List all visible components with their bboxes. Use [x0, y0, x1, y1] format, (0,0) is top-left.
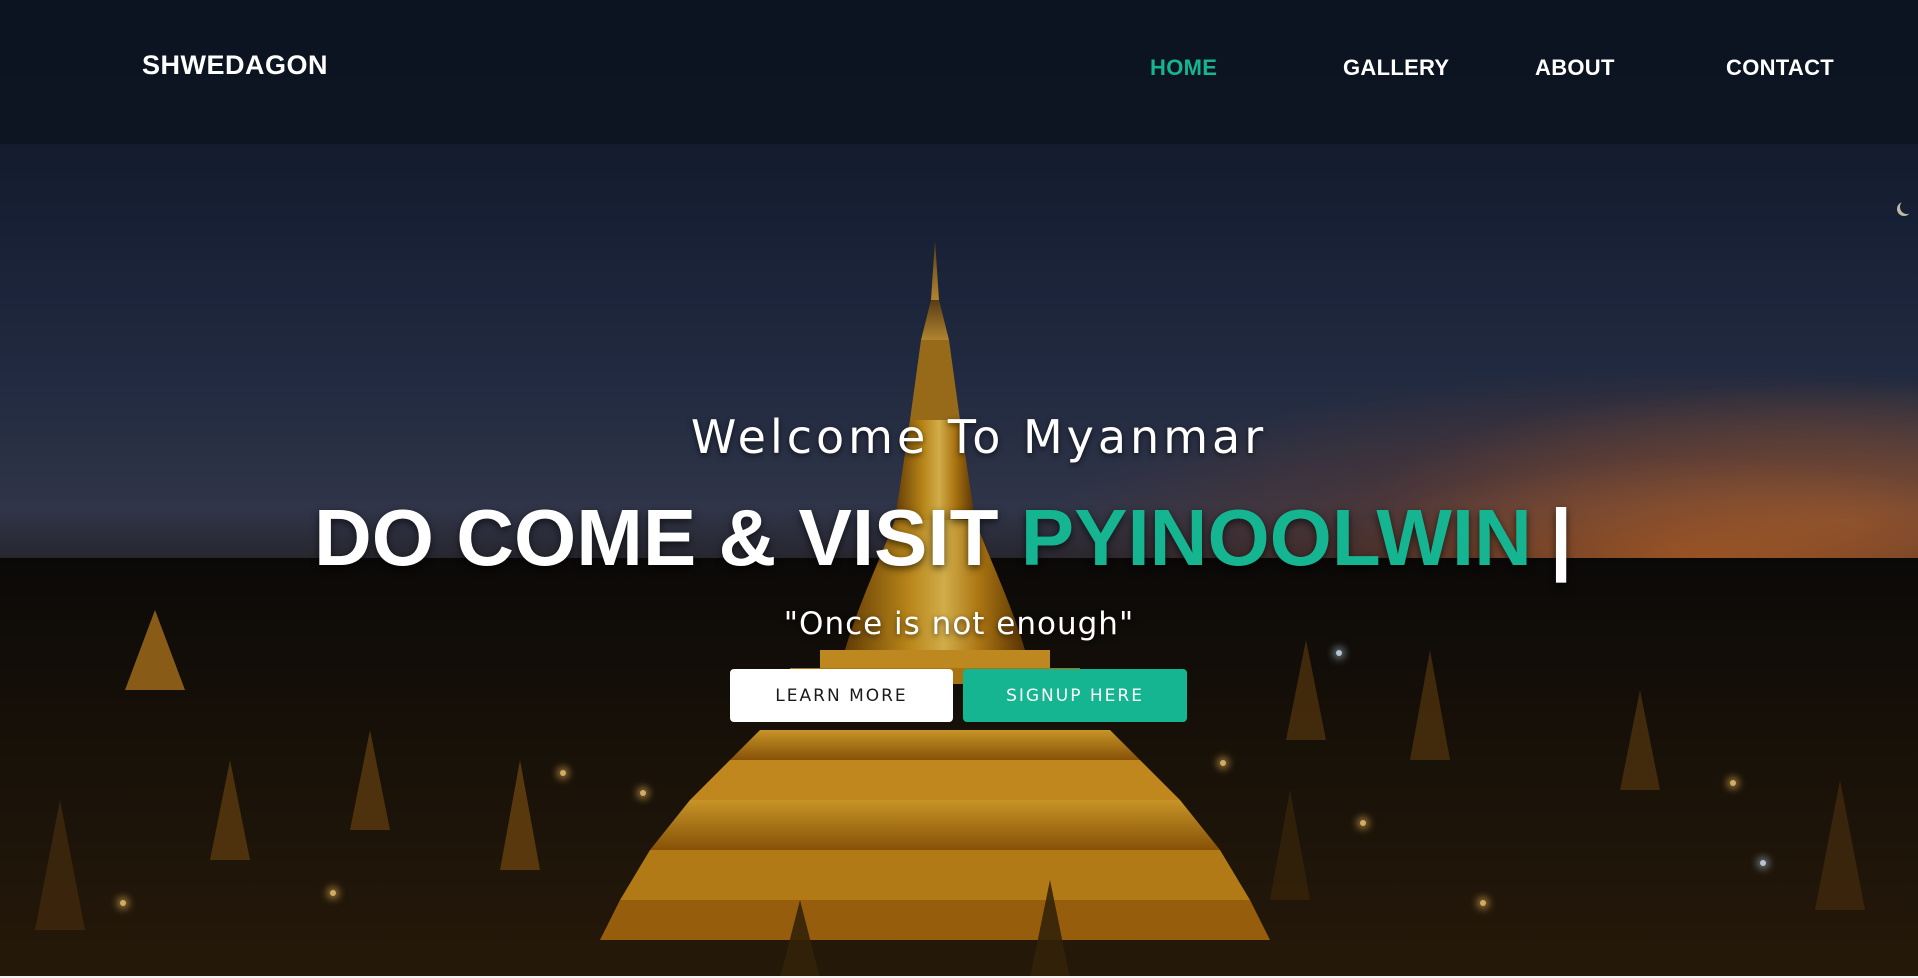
signup-button[interactable]: SIGNUP HERE [963, 669, 1187, 722]
page: SHWEDAGON HOME GALLERY ABOUT CONTACT Wel… [0, 0, 1918, 978]
typing-cursor: | [1549, 493, 1573, 582]
learn-more-button[interactable]: LEARN MORE [730, 669, 953, 722]
nav-link-about[interactable]: ABOUT [1535, 55, 1615, 81]
hero-quote: "Once is not enough" [783, 606, 1135, 642]
brand-logo[interactable]: SHWEDAGON [142, 50, 328, 81]
nav-link-contact[interactable]: CONTACT [1726, 55, 1834, 81]
hero-title-highlight: PYINOOLWIN [1020, 493, 1532, 582]
nav-link-home[interactable]: HOME [1150, 55, 1217, 81]
navbar: SHWEDAGON HOME GALLERY ABOUT CONTACT [0, 0, 1918, 144]
hero-title: DO COME & VISIT PYINOOLWIN | [314, 492, 1572, 584]
hero-overlay [0, 0, 1918, 978]
nav-link-gallery[interactable]: GALLERY [1343, 55, 1449, 81]
hero-title-prefix: DO COME & VISIT [314, 493, 999, 582]
hero-subtitle: Welcome To Myanmar [690, 410, 1268, 464]
